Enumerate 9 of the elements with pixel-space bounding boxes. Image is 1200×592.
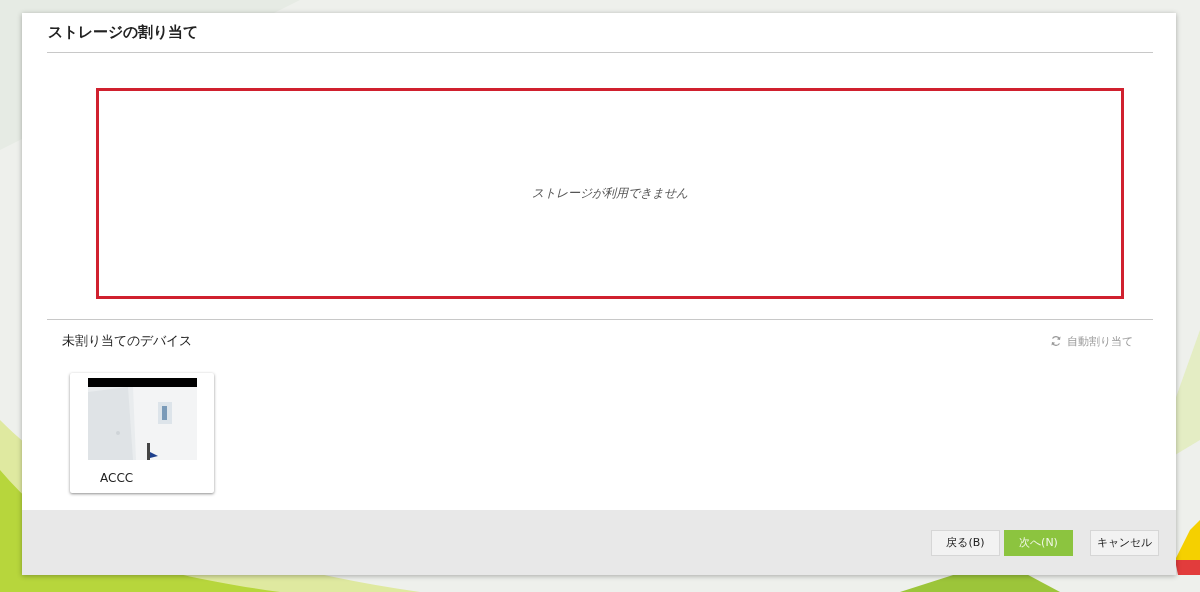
logo-drawing [1175,520,1200,575]
refresh-icon [1050,335,1062,347]
dialog-title: ストレージの割り当て [47,22,199,43]
device-card[interactable]: ACCC [70,373,214,493]
device-name: ACCC [100,471,134,485]
section-label: 未割り当てのデバイス [62,332,192,350]
empty-message: ストレージが利用できません [532,185,688,202]
dialog-button[interactable]: 戻る(B) [931,529,1000,556]
dialog-button[interactable]: キャンセル [1090,529,1159,556]
